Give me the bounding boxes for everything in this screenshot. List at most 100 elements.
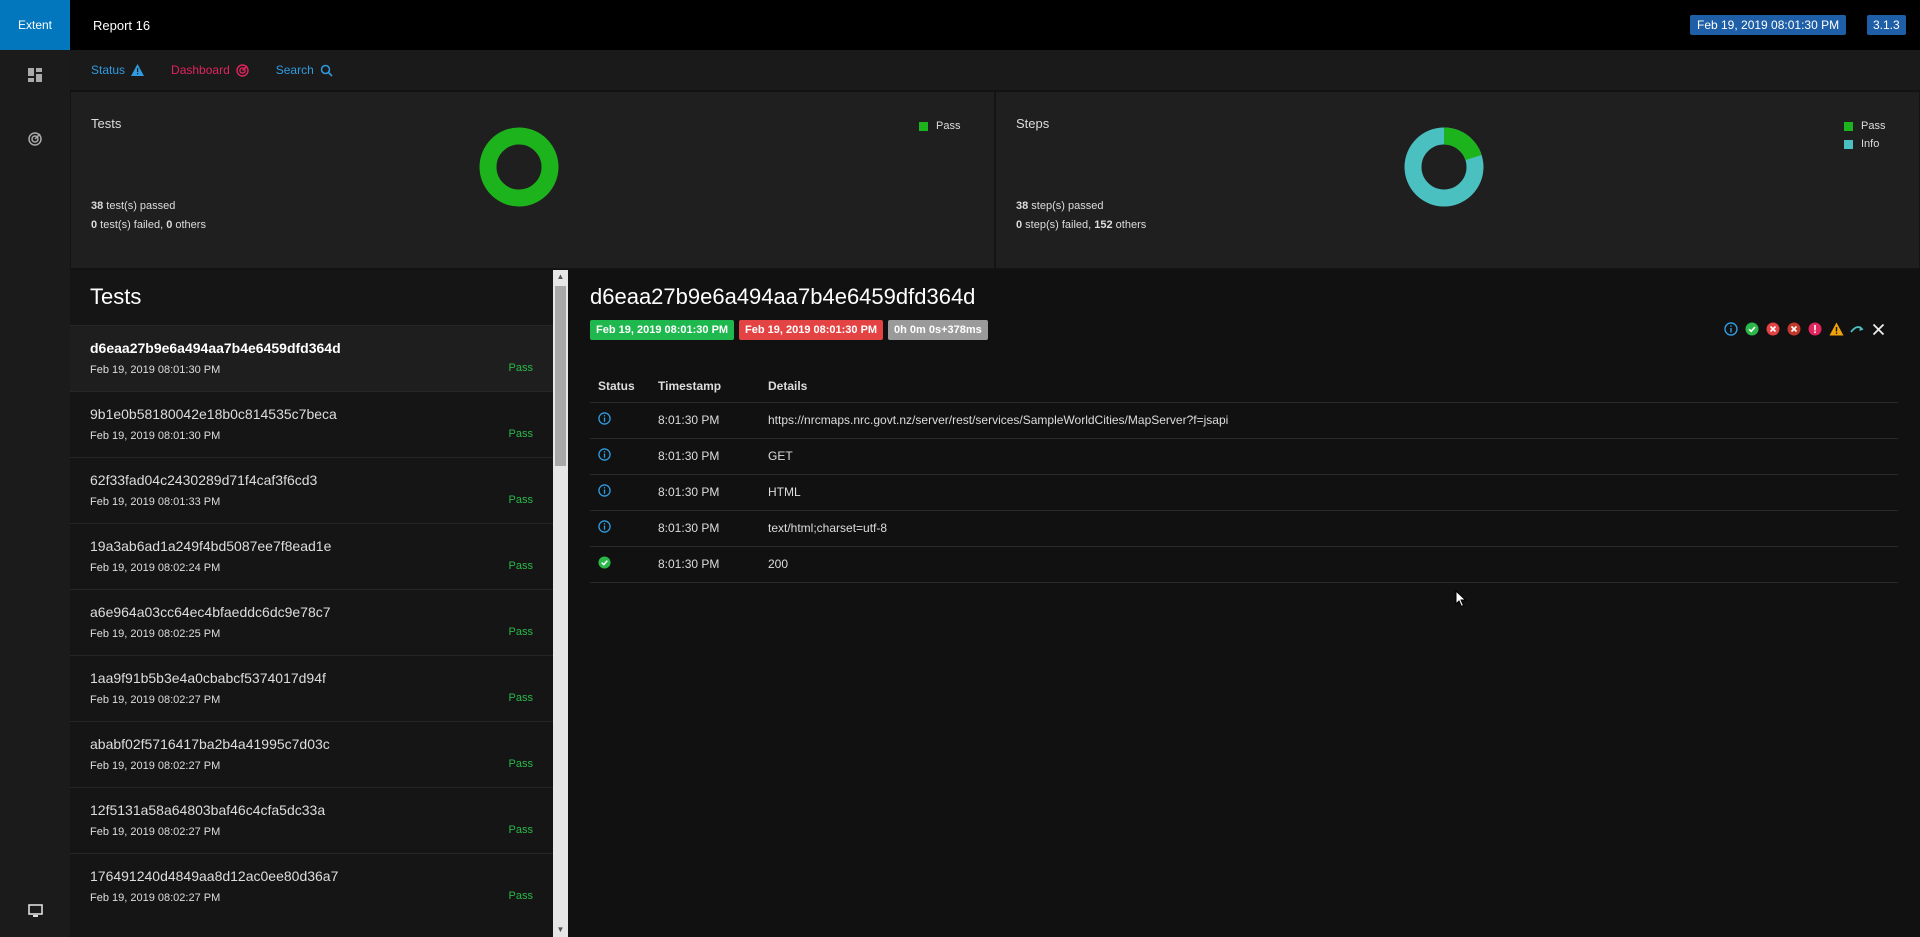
test-list-item[interactable]: 12f5131a58a64803baf46c4cfa5dc33a Feb 19,… [70,787,553,853]
pass-swatch [1844,121,1853,131]
tests-summary-card: Tests Pass 38 test(s) passed 0 test(s) f… [70,91,995,269]
steps-failed-text: 0 step(s) failed, 152 others [1016,219,1147,231]
info-icon [598,448,611,461]
table-row: 8:01:30 PM 200 [590,546,1898,583]
brand-logo[interactable]: Extent [0,0,70,50]
test-name: 62f33fad04c2430289d71f4caf3f6cd3 [90,472,318,488]
mouse-cursor-icon [1455,590,1467,608]
col-timestamp: Timestamp [650,370,760,403]
test-list-item[interactable]: d6eaa27b9e6a494aa7b4e6459dfd364d Feb 19,… [70,325,553,391]
filter-pass-icon[interactable] [1744,321,1760,337]
pass-swatch [919,121,928,131]
test-name: ababf02f5716417ba2b4a41995c7d03c [90,736,330,752]
test-time: Feb 19, 2019 08:01:33 PM [90,496,221,508]
filter-warning-icon[interactable] [1828,321,1844,337]
timestamp-cell: 8:01:30 PM [650,474,760,511]
test-time: Feb 19, 2019 08:02:27 PM [90,760,221,772]
steps-legend-pass-label: Pass [1861,120,1886,132]
test-list-scrollbar[interactable]: ▲ ▼ [553,270,568,937]
test-status: Pass [508,758,533,770]
pass-icon [598,556,611,569]
details-cell: GET [760,438,1898,475]
test-status: Pass [508,428,533,440]
monitor-icon[interactable] [0,904,70,918]
test-time: Feb 19, 2019 08:02:27 PM [90,892,221,904]
col-status: Status [590,370,650,403]
status-cell [590,546,650,583]
test-status: Pass [508,560,533,572]
filter-error-icon[interactable] [1807,321,1823,337]
info-icon [598,484,611,497]
scroll-thumb[interactable] [555,286,566,466]
dashboard-view-icon[interactable] [0,132,70,146]
test-detail-pane: d6eaa27b9e6a494aa7b4e6459dfd364d Feb 19,… [568,270,1920,937]
steps-table: Status Timestamp Details 8:01:30 PM http… [590,370,1898,583]
details-cell: HTML [760,474,1898,511]
col-details: Details [760,370,1898,403]
test-status: Pass [508,890,533,902]
search-label: Search [275,63,314,77]
test-time: Feb 19, 2019 08:02:27 PM [90,694,221,706]
test-time: Feb 19, 2019 08:02:24 PM [90,562,221,574]
steps-legend-info-label: Info [1861,138,1880,150]
test-name: 176491240d4849aa8d12ac0ee80d36a7 [90,868,339,884]
top-bar: Report 16 Feb 19, 2019 08:01:30 PM 3.1.3 [70,0,1920,50]
test-list-item[interactable]: 1aa9f91b5b3e4a0cbabcf5374017d94f Feb 19,… [70,655,553,721]
filter-skip-icon[interactable] [1849,321,1865,337]
tests-donut-chart [479,127,559,207]
test-name: a6e964a03cc64ec4bfaeddc6dc9e78c7 [90,604,331,620]
test-name: 12f5131a58a64803baf46c4cfa5dc33a [90,802,326,818]
start-time-badge: Feb 19, 2019 08:01:30 PM [590,320,735,340]
test-list-title: Tests [90,284,142,309]
test-list-item[interactable]: 9b1e0b58180042e18b0c814535c7beca Feb 19,… [70,391,553,457]
report-name: Report 16 [93,17,151,33]
filter-fatal-icon[interactable] [1786,321,1802,337]
tests-failed-text: 0 test(s) failed, 0 others [91,219,206,231]
steps-table-header: Status Timestamp Details [590,370,1898,403]
dashboard-link[interactable]: Dashboard [171,63,249,77]
clear-filter-icon[interactable] [1870,321,1886,337]
filter-info-icon[interactable] [1723,321,1739,337]
status-cell [590,438,650,475]
timestamp-cell: 8:01:30 PM [650,510,760,547]
test-list: Tests d6eaa27b9e6a494aa7b4e6459dfd364d F… [70,270,553,937]
steps-donut-chart [1404,127,1484,207]
test-status: Pass [508,692,533,704]
sub-nav: Status Dashboard Search [70,50,1920,90]
scroll-down-arrow-icon[interactable]: ▼ [553,923,568,937]
steps-legend-pass[interactable]: Pass [1844,120,1885,132]
test-list-item[interactable]: ababf02f5716417ba2b4a41995c7d03c Feb 19,… [70,721,553,787]
test-list-item[interactable]: 19a3ab6ad1a249f4bd5087ee7f8ead1e Feb 19,… [70,523,553,589]
test-time: Feb 19, 2019 08:02:27 PM [90,826,221,838]
tests-donut-pass-slice [479,127,559,207]
version-badge: 3.1.3 [1867,15,1906,35]
test-status: Pass [508,362,533,374]
dashboard-icon [236,63,249,77]
scroll-up-arrow-icon[interactable]: ▲ [553,270,568,284]
steps-card-title: Steps [1016,116,1050,131]
test-time: Feb 19, 2019 08:01:30 PM [90,364,221,376]
test-status: Pass [508,824,533,836]
end-time-badge: Feb 19, 2019 08:01:30 PM [739,320,884,340]
test-status: Pass [508,626,533,638]
test-status: Pass [508,494,533,506]
tests-view-icon[interactable] [0,68,70,82]
status-cell [590,402,650,439]
timestamp-cell: 8:01:30 PM [650,438,760,475]
status-filter-button[interactable]: Status [91,63,145,77]
test-list-item[interactable]: 176491240d4849aa8d12ac0ee80d36a7 Feb 19,… [70,853,553,919]
tests-legend-pass[interactable]: Pass [919,120,960,132]
steps-summary-card: Steps Pass Info 38 step(s) passed 0 step… [995,91,1920,269]
filter-fail-icon[interactable] [1765,321,1781,337]
tests-passed-text: 38 test(s) passed [91,200,176,212]
search-button[interactable]: Search [276,63,333,77]
timestamp-cell: 8:01:30 PM [650,402,760,439]
steps-legend-info[interactable]: Info [1844,138,1879,150]
test-list-item[interactable]: 62f33fad04c2430289d71f4caf3f6cd3 Feb 19,… [70,457,553,523]
side-rail: Extent [0,0,70,937]
dashboard-link-label: Dashboard [171,63,230,77]
test-list-item[interactable]: a6e964a03cc64ec4bfaeddc6dc9e78c7 Feb 19,… [70,589,553,655]
table-row: 8:01:30 PM GET [590,438,1898,475]
table-row: 8:01:30 PM https://nrcmaps.nrc.govt.nz/s… [590,402,1898,439]
status-cell [590,474,650,511]
